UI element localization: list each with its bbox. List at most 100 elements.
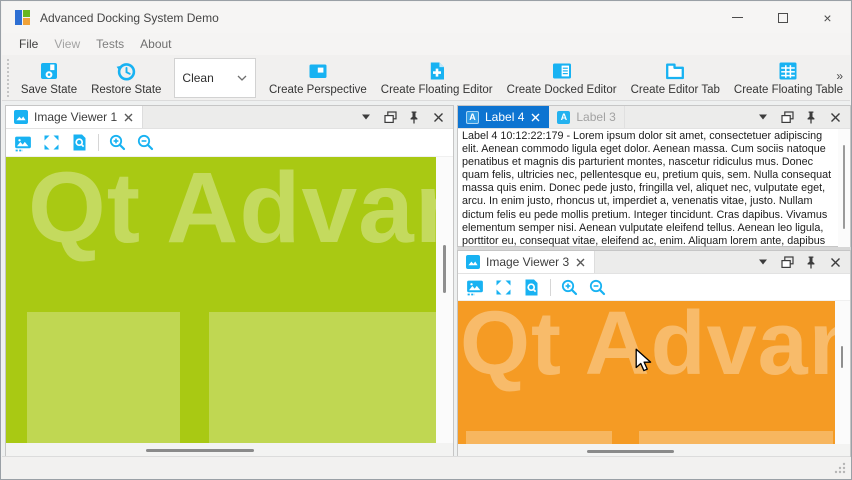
dock-float-button[interactable] — [779, 254, 795, 270]
zoom-document-button[interactable] — [70, 133, 89, 152]
save-state-button[interactable]: Save State — [14, 57, 84, 99]
float-icon — [780, 255, 795, 270]
zoom-out-button[interactable] — [136, 133, 155, 152]
image-viewer-3-toolbar — [458, 274, 850, 301]
fit-to-screen-button[interactable] — [494, 278, 513, 297]
zoom-out-button[interactable] — [588, 278, 607, 297]
close-icon — [829, 256, 842, 269]
dock-pin-button[interactable] — [803, 254, 819, 270]
dropdown-arrow-icon — [757, 258, 769, 266]
document-plus-icon — [426, 59, 448, 83]
tab-label-4[interactable]: A Label 4 — [458, 106, 549, 128]
dock-menu-button[interactable] — [755, 254, 771, 270]
image-viewer-1-tabbar: Image Viewer 1 — [6, 106, 453, 129]
dock-float-button[interactable] — [382, 109, 398, 125]
create-editor-tab-button[interactable]: Create Editor Tab — [624, 57, 727, 99]
maximize-icon — [778, 13, 788, 23]
dock-menu-button[interactable] — [755, 109, 771, 125]
scrollbar-thumb[interactable] — [843, 145, 845, 229]
fit-to-screen-button[interactable] — [42, 133, 61, 152]
menu-file[interactable]: File — [11, 35, 46, 53]
close-icon — [829, 111, 842, 124]
dock-labels: A Label 4 A Label 3 Label 4 10:12:22:179… — [457, 105, 851, 247]
resize-grip-icon[interactable] — [833, 461, 847, 475]
label-icon: A — [557, 111, 570, 124]
dock-titlebar-buttons — [755, 106, 850, 128]
dock-pin-button[interactable] — [803, 109, 819, 125]
image-shape — [639, 431, 833, 444]
docked-editor-icon — [551, 59, 573, 83]
create-floating-table-button[interactable]: Create Floating Table — [727, 57, 850, 99]
save-icon — [38, 59, 60, 83]
toolbar-drag-handle[interactable] — [7, 59, 10, 97]
status-bar — [2, 456, 850, 478]
label-4-text: Label 4 10:12:22:179 - Lorem ipsum dolor… — [458, 129, 838, 248]
tab-close-icon[interactable] — [123, 112, 134, 123]
minimize-icon — [732, 17, 743, 18]
dock-close-button[interactable] — [827, 109, 843, 125]
vertical-scrollbar[interactable] — [838, 129, 850, 248]
image-icon — [14, 110, 28, 124]
zoom-in-button[interactable] — [108, 133, 127, 152]
tab-label-3[interactable]: A Label 3 — [549, 106, 624, 128]
menu-about[interactable]: About — [132, 35, 179, 53]
tab-image-viewer-3[interactable]: Image Viewer 3 — [458, 251, 595, 273]
create-floating-editor-button[interactable]: Create Floating Editor — [374, 57, 500, 99]
float-icon — [383, 110, 398, 125]
horizontal-scrollbar[interactable] — [6, 443, 453, 457]
close-button[interactable]: × — [805, 2, 850, 33]
close-icon: × — [823, 11, 831, 25]
chevron-down-icon — [236, 74, 248, 82]
tab-label: Image Viewer 1 — [34, 110, 117, 124]
image-viewer-1-toolbar — [6, 129, 453, 157]
perspective-icon — [307, 59, 329, 83]
image-shape — [27, 312, 180, 443]
dock-menu-button[interactable] — [358, 109, 374, 125]
toolbar-separator — [98, 134, 99, 151]
open-image-button[interactable] — [465, 277, 485, 297]
create-perspective-button[interactable]: Create Perspective — [262, 57, 374, 99]
dock-area: Image Viewer 1 — [2, 101, 850, 458]
vertical-scrollbar[interactable] — [436, 157, 453, 443]
tab-label: Label 3 — [576, 110, 615, 124]
scrollbar-thumb[interactable] — [841, 346, 843, 368]
dock-image-viewer-3: Image Viewer 3 — [457, 250, 851, 457]
tab-close-icon[interactable] — [530, 112, 541, 123]
dock-float-button[interactable] — [779, 109, 795, 125]
vertical-scrollbar[interactable] — [835, 301, 850, 444]
zoom-in-button[interactable] — [560, 278, 579, 297]
maximize-button[interactable] — [760, 2, 805, 33]
tab-close-icon[interactable] — [575, 257, 586, 268]
menu-view[interactable]: View — [46, 35, 88, 53]
mouse-cursor — [634, 348, 654, 372]
editor-tab-icon — [664, 59, 686, 83]
tab-label: Label 4 — [485, 110, 524, 124]
minimize-button[interactable] — [715, 2, 760, 33]
zoom-document-button[interactable] — [522, 278, 541, 297]
dock-pin-button[interactable] — [406, 109, 422, 125]
image-viewer-1-canvas[interactable]: Qt Advanc — [6, 157, 436, 443]
dock-titlebar-buttons — [358, 106, 453, 128]
toolbar-overflow-button[interactable]: » — [836, 69, 843, 83]
pin-icon — [407, 110, 421, 125]
main-toolbar: Save State Restore State Clean Create Pe… — [2, 55, 850, 101]
open-image-button[interactable] — [13, 133, 33, 153]
tab-image-viewer-1[interactable]: Image Viewer 1 — [6, 106, 143, 128]
scrollbar-thumb[interactable] — [443, 245, 446, 293]
history-icon — [115, 59, 137, 83]
pin-icon — [804, 110, 818, 125]
restore-state-button[interactable]: Restore State — [84, 57, 168, 99]
dock-close-button[interactable] — [430, 109, 446, 125]
perspective-combobox[interactable]: Clean — [174, 58, 256, 98]
menu-tests[interactable]: Tests — [88, 35, 132, 53]
app-window: Advanced Docking System Demo × File View… — [0, 0, 852, 480]
watermark-text: Qt Advanc — [28, 157, 436, 266]
image-viewer-3-canvas[interactable]: Qt Advanc — [458, 301, 835, 444]
menu-bar: File View Tests About — [2, 33, 850, 55]
scrollbar-thumb[interactable] — [146, 449, 254, 452]
image-shape — [209, 312, 436, 443]
dock-close-button[interactable] — [827, 254, 843, 270]
dock-titlebar-buttons — [755, 251, 850, 273]
scrollbar-thumb[interactable] — [587, 450, 674, 453]
create-docked-editor-button[interactable]: Create Docked Editor — [500, 57, 624, 99]
